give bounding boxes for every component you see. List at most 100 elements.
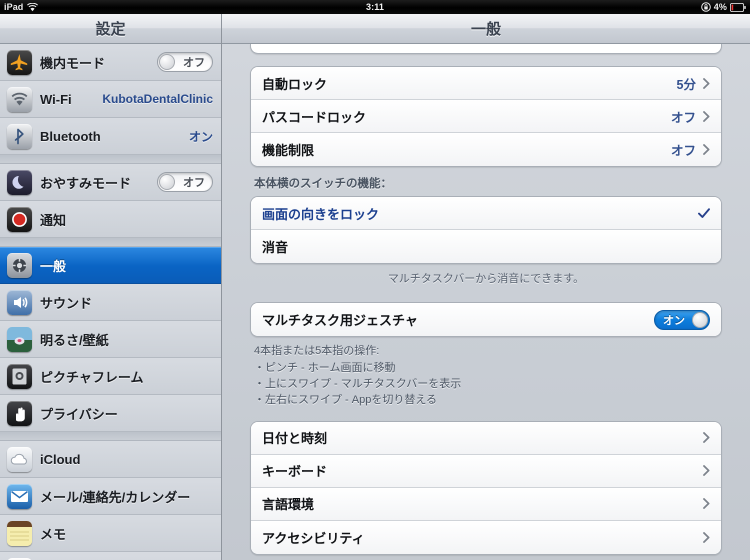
settings-row-value: オフ (670, 110, 696, 125)
sidebar-item-moon[interactable]: おやすみモード オフ (0, 164, 221, 201)
chevron-wrapper (703, 498, 710, 510)
sidebar-group-separator (0, 155, 221, 164)
sidebar-item-label: メール/連絡先/カレンダー (40, 489, 191, 505)
gesture-note-line: ・左右にスワイプ - Appを切り替える (254, 393, 438, 406)
sidebar-item-label: 通知 (40, 212, 67, 228)
icloud-icon (7, 446, 32, 472)
multitask-gesture-group: マルチタスク用ジェスチャ オン (250, 302, 722, 337)
settings-row[interactable]: 自動ロック 5分 (251, 67, 721, 100)
sidebar-item-reminders[interactable]: リマインダー (0, 552, 221, 560)
sidebar-item-gear[interactable]: 一般 (0, 247, 221, 284)
main-scroll-area[interactable]: 自動ロック 5分 パスコードロック オフ 機能制限 オフ 本体横のスイッチの機能： 画面の… (222, 44, 750, 560)
settings-row[interactable]: パスコードロック オフ (251, 100, 721, 133)
sidebar-header: 設定 (0, 14, 221, 44)
sidebar-switch[interactable]: オフ (157, 52, 213, 72)
sidebar-item-bluetooth[interactable]: Bluetooth オン (0, 118, 221, 155)
settings-row-label: パスコードロック (262, 109, 367, 125)
switch-label: オン (663, 314, 685, 327)
sidebar-item-label: 機内モード (40, 55, 106, 71)
sidebar-item-label: メモ (40, 526, 67, 542)
settings-row[interactable]: キーボード (251, 454, 721, 488)
switch-knob (159, 54, 175, 70)
settings-row[interactable]: アクセシビリティ (251, 520, 721, 554)
sidebar-item-label: iCloud (40, 451, 81, 467)
battery-icon (730, 2, 746, 12)
chevron-wrapper (703, 465, 710, 477)
sidebar-title: 設定 (95, 21, 126, 38)
sidebar-item-notes[interactable]: メモ (0, 515, 221, 552)
chevron-wrapper (703, 144, 710, 155)
settings-row[interactable]: マルチタスク用ジェスチャ オン (251, 303, 721, 336)
switch-knob (159, 174, 175, 190)
status-bar-right: 4% (700, 2, 746, 12)
settings-row-value: オフ (670, 144, 696, 158)
general-pane: 一般 自動ロック 5分 パスコードロック オフ 機能制限 オフ 本体横のスイッチの機能： … (222, 14, 750, 560)
sidebar-item-privacy-hand[interactable]: プライバシー (0, 395, 221, 432)
sidebar-item-notifications[interactable]: 通知 (0, 201, 221, 238)
sidebar-item-airplane[interactable]: 機内モード オフ (0, 44, 221, 81)
picture-frame-icon (7, 363, 32, 389)
settings-row[interactable]: 言語環境 (251, 487, 721, 521)
settings-row-label: 消音 (262, 240, 289, 255)
settings-row-switch[interactable]: オン (654, 309, 710, 330)
settings-row-accessory (703, 432, 710, 444)
moon-icon (7, 169, 32, 195)
sidebar-group-separator (0, 432, 221, 441)
side-switch-group-footer: マルチタスクバーから消音にできます。 (387, 273, 585, 285)
gesture-notes-title: 4本指または5本指の操作: (254, 345, 380, 357)
gear-icon (7, 253, 32, 278)
sound-icon (7, 289, 32, 315)
sidebar-switch[interactable]: オフ (157, 172, 213, 192)
chevron-right-icon (703, 110, 710, 122)
sidebar-item-label: おやすみモード (40, 175, 132, 191)
chevron-right-icon (703, 531, 710, 543)
notes-icon (7, 520, 32, 546)
settings-row-label: 日付と時刻 (262, 431, 328, 447)
battery-percent: 4% (713, 2, 727, 12)
sidebar-item-label: サウンド (40, 295, 93, 311)
settings-row-label: 画面の向きをロック (262, 206, 380, 222)
settings-row-accessory (703, 498, 710, 510)
sidebar-item-icloud[interactable]: iCloud (0, 441, 221, 478)
settings-row-label: キーボード (262, 464, 328, 480)
settings-row-label: マルチタスク用ジェスチャ (262, 313, 418, 328)
switch-label: オフ (183, 57, 205, 69)
settings-row[interactable]: 日付と時刻 (251, 421, 721, 455)
sidebar-item-wifi[interactable]: Wi-Fi KubotaDentalClinic (0, 81, 221, 118)
scrolled-card-remnant (250, 44, 722, 54)
side-switch-group-header: 本体横のスイッチの機能： (254, 178, 392, 190)
gesture-note-line: ・ピンチ - ホーム画面に移動 (254, 361, 396, 374)
chevron-right-icon (703, 144, 710, 155)
chevron-wrapper (703, 432, 710, 444)
settings-row[interactable]: 機能制限 オフ (251, 133, 721, 166)
ipad-settings-screen: iPad 3:11 4% 設定 機内モード オフ Wi-Fi KubotaDen… (0, 0, 750, 560)
sidebar-item-sound[interactable]: サウンド (0, 284, 221, 321)
brightness-wallpaper-icon (7, 326, 32, 352)
sidebar-item-picture-frame[interactable]: ピクチャフレーム (0, 358, 221, 395)
sidebar-item-label: 一般 (40, 259, 67, 274)
settings-sidebar: 設定 機内モード オフ Wi-Fi KubotaDentalClinic Bluetoo… (0, 14, 222, 560)
settings-row-accessory (703, 465, 710, 477)
sidebar-item-brightness-wallpaper[interactable]: 明るさ/壁紙 (0, 321, 221, 358)
settings-row-label: アクセシビリティ (262, 530, 365, 546)
bluetooth-icon (7, 123, 32, 149)
notifications-icon (7, 206, 32, 232)
privacy-hand-icon (7, 400, 32, 426)
sidebar-item-label: Wi-Fi (40, 91, 72, 107)
chevron-right-icon (703, 432, 710, 444)
gesture-note-line: ・上にスワイプ - マルチタスクバーを表示 (254, 377, 462, 390)
settings-row-accessory (703, 531, 710, 543)
side-switch-group: 画面の向きをロック 消音 (250, 196, 722, 264)
chevron-wrapper (703, 110, 710, 122)
sidebar-item-label: プライバシー (40, 406, 118, 422)
checkmark-icon (698, 207, 710, 218)
sidebar-list[interactable]: 機内モード オフ Wi-Fi KubotaDentalClinic Bluetooth オ… (0, 44, 221, 560)
checkmark-wrapper (698, 207, 710, 219)
chevron-right-icon (703, 465, 710, 477)
settings-row[interactable]: 画面の向きをロック (251, 197, 721, 230)
settings-row-accessory: 5分 (677, 74, 710, 93)
split-view: 設定 機内モード オフ Wi-Fi KubotaDentalClinic Bluetoo… (0, 14, 750, 560)
settings-row[interactable]: 消音 (251, 230, 721, 263)
chevron-wrapper (703, 531, 710, 543)
sidebar-item-mail[interactable]: メール/連絡先/カレンダー (0, 478, 221, 515)
